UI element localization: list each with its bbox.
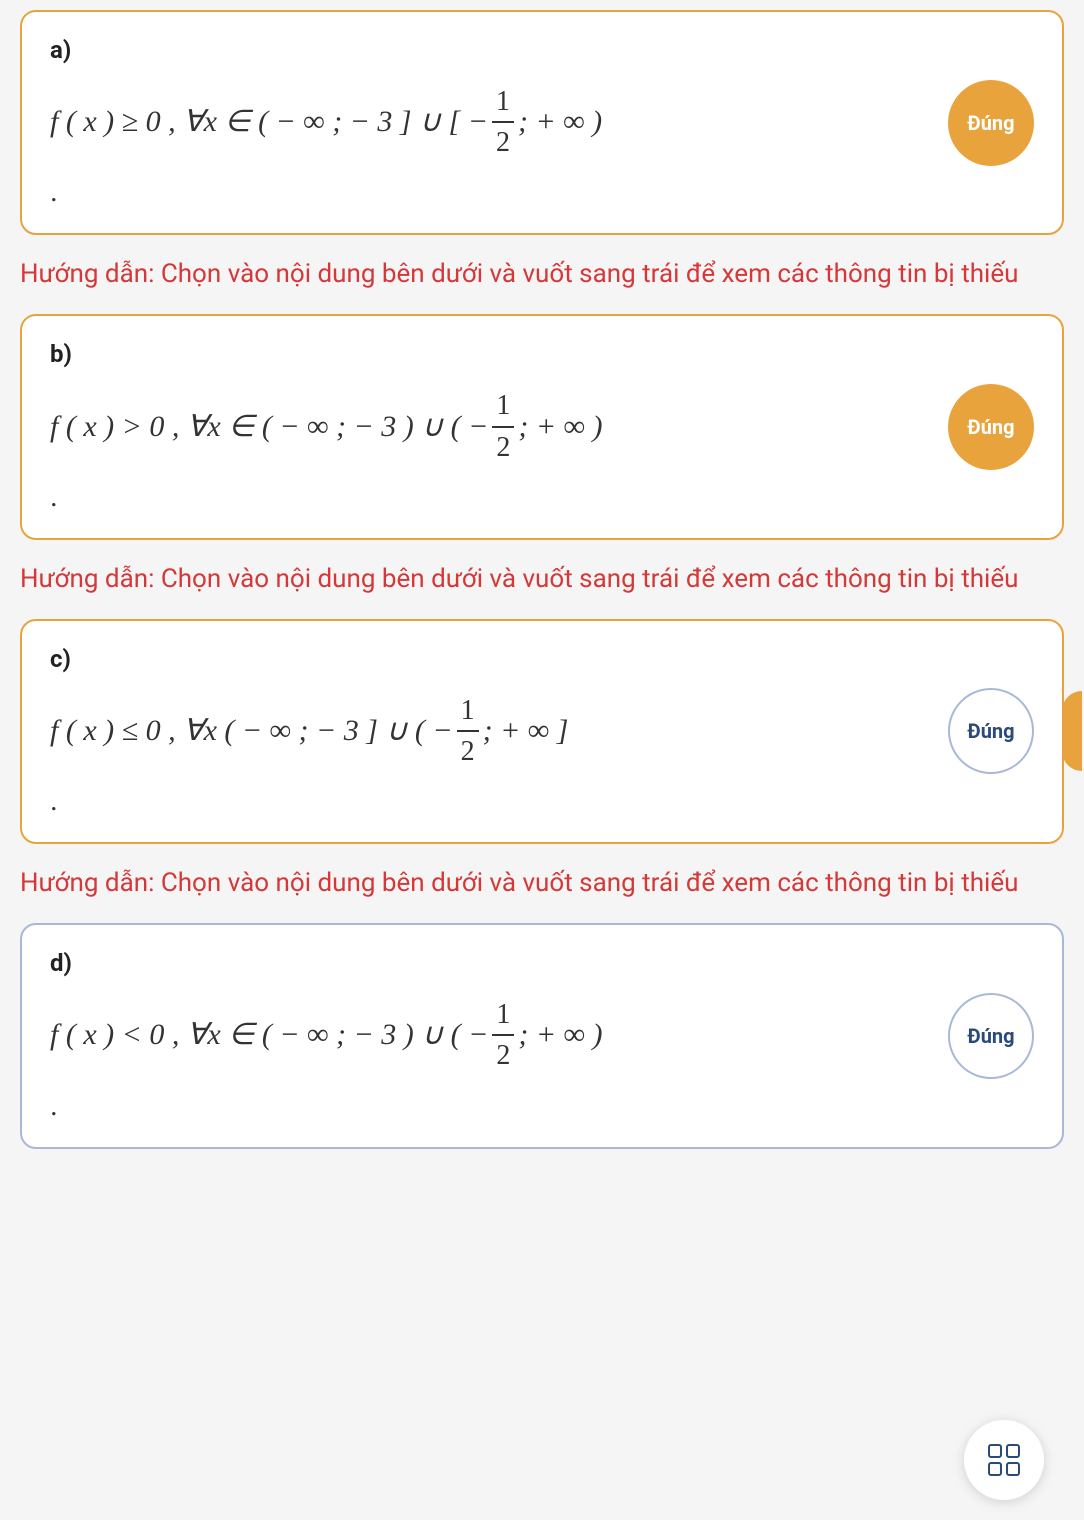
question-content: c) f ( x ) ≤ 0 , ∀x ( − ∞ ; − 3 ] ∪ ( − … [50,645,932,818]
swipe-edge-hint [1062,691,1082,771]
correct-badge-outlined[interactable]: Đúng [948,993,1034,1079]
math-expression: f ( x ) < 0 , ∀x ∈ ( − ∞ ; − 3 ) ∪ ( − 1… [50,995,932,1075]
grid-icon [988,1444,1020,1476]
hint-text: Hướng dẫn: Chọn vào nội dung bên dưới và… [20,560,1064,599]
question-content: b) f ( x ) > 0 , ∀x ∈ ( − ∞ ; − 3 ) ∪ ( … [50,340,932,513]
fraction-denominator: 2 [492,428,514,467]
question-label: a) [50,36,932,64]
period-mark: . [50,783,932,818]
math-suffix: ; + ∞ ) [518,1014,602,1056]
math-expression: f ( x ) ≥ 0 , ∀x ∈ ( − ∞ ; − 3 ] ∪ [ − 1… [50,82,932,162]
math-suffix: ; + ∞ ) [518,406,602,448]
fraction-numerator: 1 [492,82,514,123]
period-mark: . [50,479,932,514]
math-expression: f ( x ) ≤ 0 , ∀x ( − ∞ ; − 3 ] ∪ ( − 1 2… [50,691,932,771]
menu-fab-button[interactable] [964,1420,1044,1500]
correct-badge[interactable]: Đúng [948,80,1034,166]
hint-text: Hướng dẫn: Chọn vào nội dung bên dưới và… [20,864,1064,903]
question-box-a[interactable]: a) f ( x ) ≥ 0 , ∀x ∈ ( − ∞ ; − 3 ] ∪ [ … [20,10,1064,235]
fraction-numerator: 1 [492,995,514,1036]
fraction-denominator: 2 [492,1036,514,1075]
question-box-c[interactable]: c) f ( x ) ≤ 0 , ∀x ( − ∞ ; − 3 ] ∪ ( − … [20,619,1064,844]
correct-badge[interactable]: Đúng [948,384,1034,470]
math-prefix: f ( x ) ≥ 0 , ∀x ∈ ( − ∞ ; − 3 ] ∪ [ − [50,101,488,143]
fraction: 1 2 [492,995,514,1075]
fraction-numerator: 1 [492,386,514,427]
question-box-b[interactable]: b) f ( x ) > 0 , ∀x ∈ ( − ∞ ; − 3 ) ∪ ( … [20,314,1064,539]
question-label: b) [50,340,932,368]
math-prefix: f ( x ) > 0 , ∀x ∈ ( − ∞ ; − 3 ) ∪ ( − [50,406,488,448]
correct-badge-outlined[interactable]: Đúng [948,688,1034,774]
period-mark: . [50,1088,932,1123]
fraction: 1 2 [457,691,479,771]
math-expression: f ( x ) > 0 , ∀x ∈ ( − ∞ ; − 3 ) ∪ ( − 1… [50,386,932,466]
question-label: c) [50,645,932,673]
fraction: 1 2 [492,82,514,162]
fraction-denominator: 2 [457,732,479,771]
math-suffix: ; + ∞ ) [518,101,602,143]
fraction: 1 2 [492,386,514,466]
hint-text: Hướng dẫn: Chọn vào nội dung bên dưới và… [20,255,1064,294]
question-box-d[interactable]: d) f ( x ) < 0 , ∀x ∈ ( − ∞ ; − 3 ) ∪ ( … [20,923,1064,1148]
question-content: d) f ( x ) < 0 , ∀x ∈ ( − ∞ ; − 3 ) ∪ ( … [50,949,932,1122]
question-label: d) [50,949,932,977]
math-suffix: ; + ∞ ] [483,710,569,752]
fraction-denominator: 2 [492,123,514,162]
fraction-numerator: 1 [457,691,479,732]
period-mark: . [50,174,932,209]
math-prefix: f ( x ) < 0 , ∀x ∈ ( − ∞ ; − 3 ) ∪ ( − [50,1014,488,1056]
math-prefix: f ( x ) ≤ 0 , ∀x ( − ∞ ; − 3 ] ∪ ( − [50,710,453,752]
question-content: a) f ( x ) ≥ 0 , ∀x ∈ ( − ∞ ; − 3 ] ∪ [ … [50,36,932,209]
